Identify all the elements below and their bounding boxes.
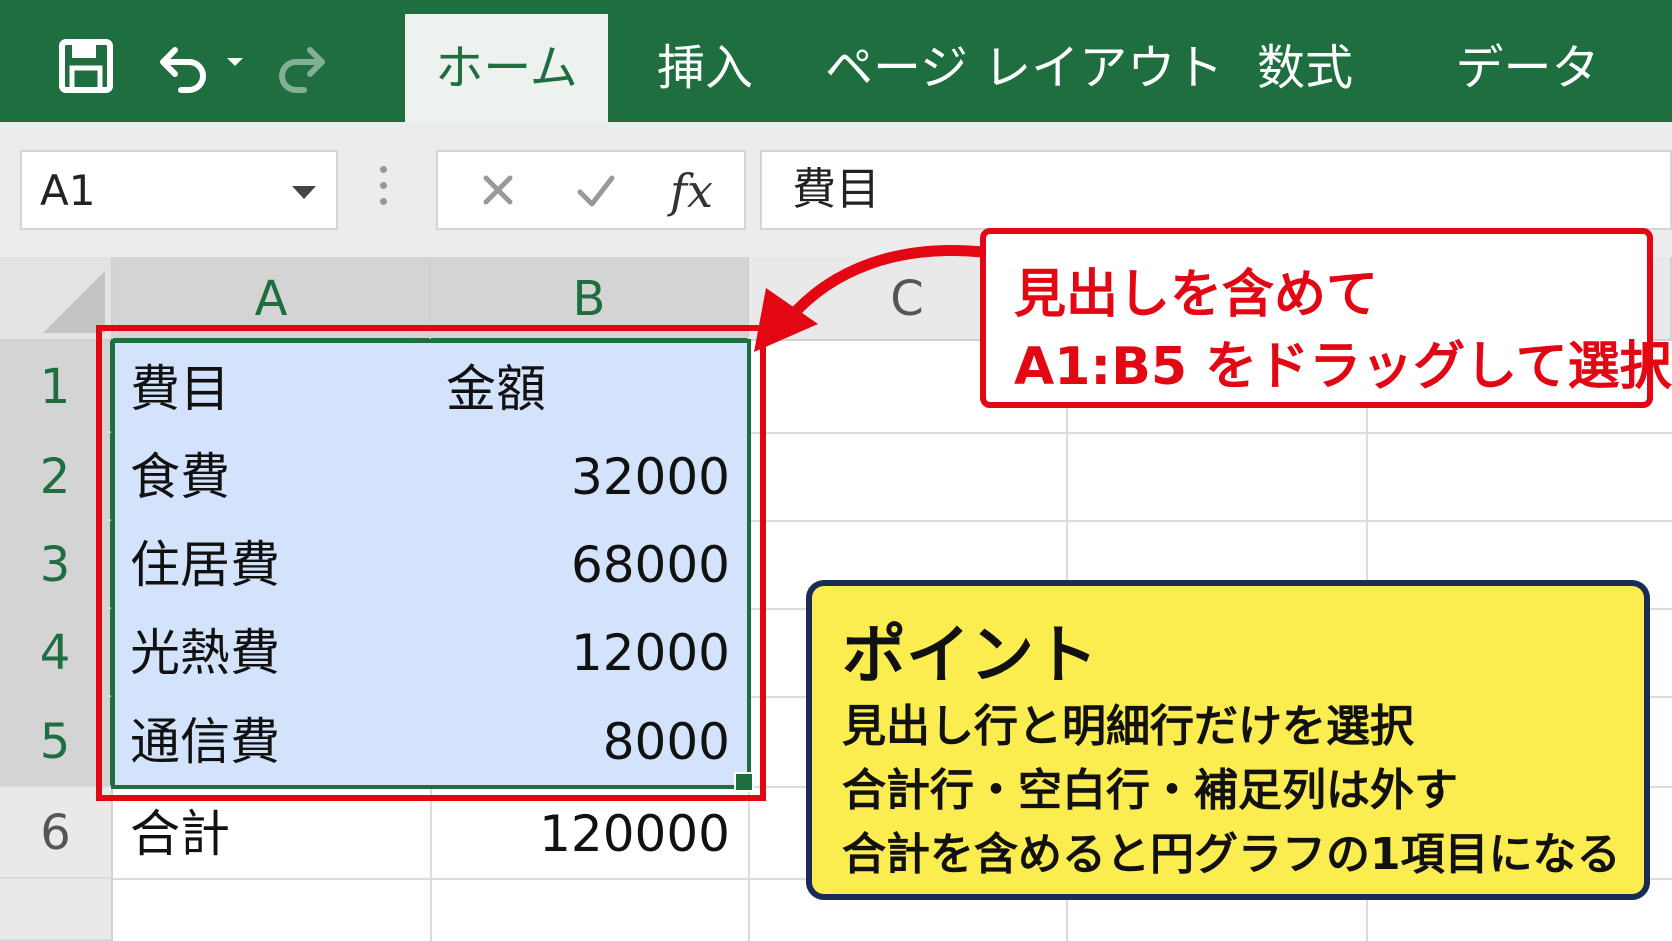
x-icon[interactable] bbox=[468, 160, 528, 220]
point-callout: ポイント 見出し行と明細行だけを選択 合計行・空白行・補足列は外す 合計を含める… bbox=[806, 580, 1650, 900]
highlight-frame bbox=[96, 325, 766, 801]
instruction-line-1: 見出しを含めて bbox=[1014, 265, 1379, 325]
formula-buttons: fx bbox=[436, 150, 746, 230]
undo-icon[interactable] bbox=[155, 36, 215, 96]
tab-home[interactable]: ホーム bbox=[405, 14, 608, 122]
tab-page-layout[interactable]: ページ レイアウト bbox=[825, 14, 1223, 122]
tab-insert[interactable]: 挿入 bbox=[630, 14, 780, 122]
save-icon[interactable] bbox=[56, 36, 116, 96]
point-title: ポイント bbox=[842, 619, 1098, 693]
tab-data[interactable]: データ bbox=[1440, 14, 1615, 122]
row-header-7[interactable] bbox=[0, 879, 113, 941]
cell-b6[interactable]: 120000 bbox=[440, 794, 730, 874]
point-line-1: 見出し行と明細行だけを選択 bbox=[842, 701, 1414, 752]
formula-content: 費目 bbox=[792, 164, 880, 215]
cell-a6[interactable]: 合計 bbox=[130, 794, 230, 874]
point-line-2: 合計行・空白行・補足列は外す bbox=[842, 765, 1458, 816]
ribbon: ホーム 挿入 ページ レイアウト 数式 データ bbox=[0, 0, 1672, 122]
name-box[interactable]: A1 bbox=[20, 150, 338, 230]
chevron-down-icon[interactable] bbox=[292, 186, 316, 199]
arrow-icon bbox=[754, 244, 988, 352]
undo-dropdown-icon[interactable] bbox=[222, 36, 248, 96]
name-box-value: A1 bbox=[40, 166, 96, 215]
fx-icon[interactable]: fx bbox=[670, 152, 713, 230]
instruction-line-2: A1:B5 をドラッグして選択 bbox=[1014, 337, 1672, 397]
point-line-3: 合計を含めると円グラフの1項目になる bbox=[842, 829, 1621, 880]
formula-input[interactable]: 費目 bbox=[760, 150, 1672, 230]
redo-icon bbox=[270, 36, 330, 96]
tab-formulas[interactable]: 数式 bbox=[1230, 14, 1380, 122]
check-icon[interactable] bbox=[566, 160, 626, 220]
instruction-callout: 見出しを含めて A1:B5 をドラッグして選択 bbox=[980, 228, 1672, 408]
more-icon bbox=[380, 166, 388, 206]
